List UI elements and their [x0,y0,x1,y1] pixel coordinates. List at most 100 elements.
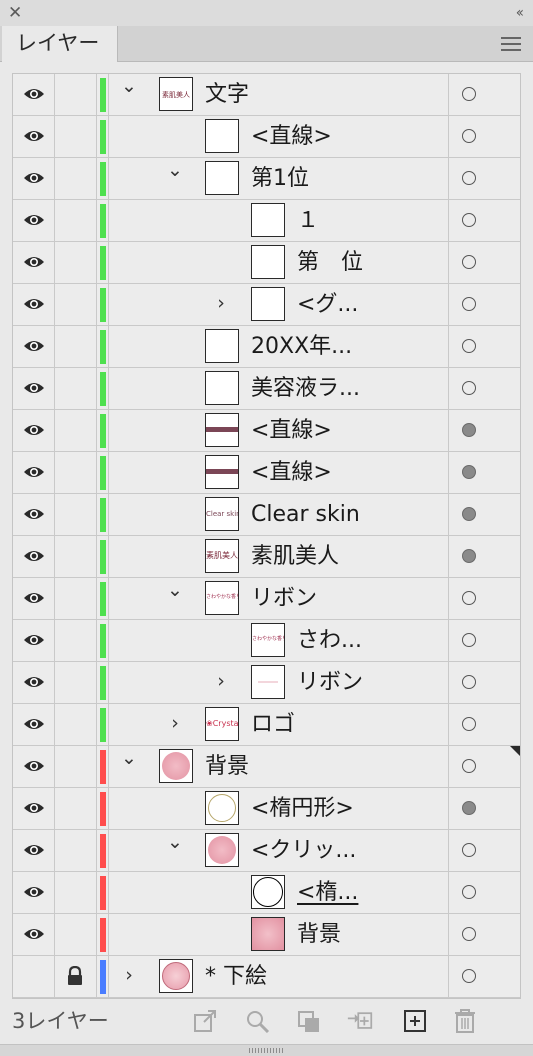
layer-row[interactable]: 素肌美人 素肌美人 [13,536,520,578]
eye-icon[interactable] [23,884,45,900]
layer-row[interactable]: › <グ... [13,284,520,326]
target-circle-icon[interactable] [462,717,476,731]
layer-row[interactable]: さわやかな香り さわ... [13,620,520,662]
eye-icon[interactable] [23,212,45,228]
target-circle-icon[interactable] [462,255,476,269]
layer-name[interactable]: 背景 [297,914,341,956]
layer-row[interactable]: 背景 [13,914,520,956]
collapse-icon[interactable]: ‹‹ [516,2,524,24]
chevron-down-icon[interactable]: ⌄ [165,580,185,600]
layer-row[interactable]: › * 下絵 [13,956,520,998]
layer-name[interactable]: <グ... [297,284,358,326]
eye-icon[interactable] [23,548,45,564]
chevron-right-icon[interactable]: › [165,713,185,733]
tab-layers[interactable]: レイヤー [2,26,118,62]
target-circle-icon[interactable] [462,87,476,101]
new-layer-icon[interactable] [402,1009,428,1033]
layer-row[interactable]: › リボン [13,662,520,704]
layer-name[interactable]: 20XX年... [251,326,352,368]
target-circle-icon[interactable] [462,129,476,143]
chevron-right-icon[interactable]: › [211,671,231,691]
layer-row[interactable]: › ❀Crystal ロゴ [13,704,520,746]
target-circle-icon[interactable] [462,549,476,563]
target-circle-icon[interactable] [462,423,476,437]
eye-icon[interactable] [23,128,45,144]
eye-icon[interactable] [23,380,45,396]
eye-icon[interactable] [23,338,45,354]
chevron-right-icon[interactable]: › [211,293,231,313]
layer-name[interactable]: 素肌美人 [251,536,339,578]
layer-name[interactable]: <クリッ... [251,830,356,872]
layer-name[interactable]: <直線> [251,452,332,494]
layer-name[interactable]: 背景 [205,746,249,788]
layer-name[interactable]: １ [297,200,319,242]
chevron-right-icon[interactable]: › [119,965,139,985]
layer-row[interactable]: <楕... [13,872,520,914]
layer-name[interactable]: リボン [251,578,317,620]
layer-name[interactable]: 第 位 [297,242,363,284]
layer-row[interactable]: 20XX年... [13,326,520,368]
target-circle-icon[interactable] [462,969,476,983]
eye-icon[interactable] [23,758,45,774]
layer-name[interactable]: <楕円形> [251,788,354,830]
close-icon[interactable]: ✕ [8,2,22,24]
layer-name[interactable]: ロゴ [251,704,295,746]
resize-grip[interactable] [0,1044,533,1056]
eye-icon[interactable] [23,926,45,942]
layer-name[interactable]: 文字 [205,74,249,116]
layer-name[interactable]: 美容液ラ... [251,368,360,410]
eye-icon[interactable] [23,86,45,102]
chevron-down-icon[interactable]: ⌄ [165,832,185,852]
layer-name[interactable]: 第1位 [251,158,309,200]
locate-object-icon[interactable] [245,1009,271,1033]
eye-icon[interactable] [23,464,45,480]
chevron-down-icon[interactable]: ⌄ [165,160,185,180]
trash-icon[interactable] [452,1009,478,1033]
chevron-down-icon[interactable]: ⌄ [119,748,139,768]
target-circle-icon[interactable] [462,927,476,941]
eye-icon[interactable] [23,254,45,270]
layer-row[interactable]: １ [13,200,520,242]
target-circle-icon[interactable] [462,591,476,605]
layer-name[interactable]: <直線> [251,410,332,452]
eye-icon[interactable] [23,842,45,858]
layer-name[interactable]: Clear skin [251,494,360,536]
target-circle-icon[interactable] [462,759,476,773]
layer-row[interactable]: 第 位 [13,242,520,284]
eye-icon[interactable] [23,590,45,606]
new-sublayer-icon[interactable] [347,1009,373,1033]
target-circle-icon[interactable] [462,633,476,647]
target-circle-icon[interactable] [462,297,476,311]
target-circle-icon[interactable] [462,213,476,227]
layer-row[interactable]: ⌄ 第1位 [13,158,520,200]
target-circle-icon[interactable] [462,843,476,857]
eye-icon[interactable] [23,506,45,522]
eye-icon[interactable] [23,170,45,186]
layer-name[interactable]: <直線> [251,116,332,158]
layer-row[interactable]: Clear skin Clear skin [13,494,520,536]
panel-menu-icon[interactable] [501,37,521,51]
target-circle-icon[interactable] [462,507,476,521]
layer-row[interactable]: <直線> [13,116,520,158]
eye-icon[interactable] [23,674,45,690]
lock-icon[interactable] [66,965,84,986]
layer-row[interactable]: ⌄ 背景 [13,746,520,788]
layer-row[interactable]: <直線> [13,410,520,452]
layer-row[interactable]: ⌄ 素肌美人 文字 [13,74,520,116]
layer-row[interactable]: ⌄ さわやかな香り リボン [13,578,520,620]
target-circle-icon[interactable] [462,801,476,815]
layer-row[interactable]: 美容液ラ... [13,368,520,410]
layer-row[interactable]: <楕円形> [13,788,520,830]
layer-name[interactable]: さわ... [297,620,362,662]
layer-name[interactable]: * 下絵 [205,956,267,998]
chevron-down-icon[interactable]: ⌄ [119,76,139,96]
layer-name[interactable]: リボン [297,662,363,704]
target-circle-icon[interactable] [462,339,476,353]
target-circle-icon[interactable] [462,675,476,689]
target-circle-icon[interactable] [462,885,476,899]
target-circle-icon[interactable] [462,465,476,479]
eye-icon[interactable] [23,422,45,438]
eye-icon[interactable] [23,296,45,312]
target-circle-icon[interactable] [462,381,476,395]
layer-row[interactable]: ⌄ <クリッ... [13,830,520,872]
